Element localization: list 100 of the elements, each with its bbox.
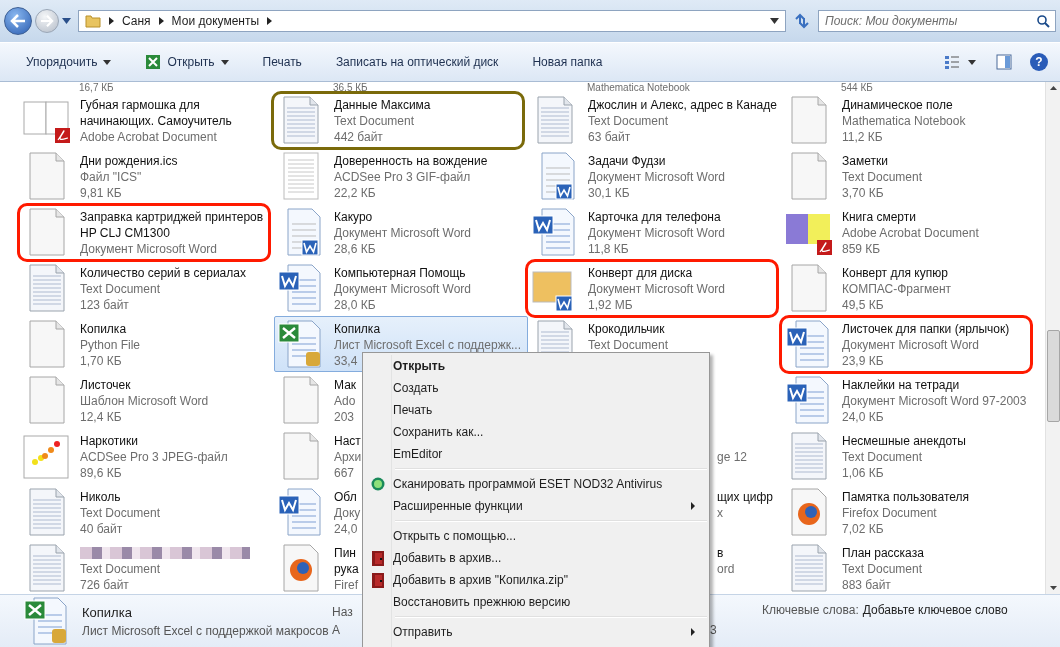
file-size: 544 КБ bbox=[841, 82, 873, 93]
file-type: Text Document bbox=[842, 449, 923, 465]
file-type: Adobe Acrobat Document bbox=[842, 225, 979, 241]
file-type: Text Document bbox=[588, 113, 669, 129]
file-size: 667 bbox=[334, 465, 355, 481]
file-type: Ado bbox=[334, 393, 356, 409]
file-type: Python File bbox=[80, 337, 141, 353]
file-type: Text Document bbox=[80, 505, 161, 521]
file-name: Губная гармошка для начинающих. Самоучитель bbox=[80, 97, 232, 129]
file-size: 12,4 КБ bbox=[80, 409, 122, 425]
file-name: Джослин и Алекс, адрес в Канаде bbox=[588, 97, 777, 113]
file-size: 123 байт bbox=[80, 297, 129, 313]
file-size: 203 bbox=[334, 409, 355, 425]
file-type: Документ Microsoft Word bbox=[334, 225, 472, 241]
property-label: Наз bbox=[332, 605, 352, 619]
keywords-label: Ключевые слова: bbox=[762, 603, 859, 617]
file-name: Копилка bbox=[334, 321, 381, 337]
file-type: Text Document bbox=[842, 169, 923, 185]
file-type: Firef bbox=[334, 577, 358, 593]
file-type: Шаблон Microsoft Word bbox=[80, 393, 209, 409]
file-size: 1,70 КБ bbox=[80, 353, 122, 369]
file-size: 9,81 КБ bbox=[80, 185, 122, 201]
file-type: Лист Microsoft Excel с поддержк... bbox=[334, 337, 521, 353]
file-size: 49,5 КБ bbox=[842, 297, 884, 313]
file-name: Наст bbox=[334, 433, 361, 449]
file-name: в bbox=[717, 545, 724, 561]
file-name: Крокодильчик bbox=[588, 321, 665, 337]
file-type: Text Document bbox=[334, 113, 415, 129]
file-type: Документ Microsoft Word bbox=[588, 281, 726, 297]
file-type: Архи bbox=[334, 449, 362, 465]
file-size: 7,02 КБ bbox=[842, 521, 884, 537]
file-type: ord bbox=[717, 561, 735, 577]
file-size: 1,06 КБ bbox=[842, 465, 884, 481]
file-name: Листочек для папки (ярлычок) bbox=[842, 321, 1010, 337]
file-name: Конверт для купюр bbox=[842, 265, 948, 281]
file-size: 23,9 КБ bbox=[842, 353, 884, 369]
file-type: Документ Microsoft Word bbox=[588, 225, 726, 241]
file-name: Наркотики bbox=[80, 433, 138, 449]
file-size: 30,1 КБ bbox=[588, 185, 630, 201]
file-size: 36,5 КБ bbox=[333, 82, 368, 93]
file-size: 859 КБ bbox=[842, 241, 881, 257]
file-size: 22,2 КБ bbox=[334, 185, 376, 201]
file-name: Количество серий в сериалах bbox=[80, 265, 246, 281]
file-size: 11,2 КБ bbox=[842, 129, 883, 145]
property-value: 3 bbox=[710, 623, 718, 637]
file-type: x bbox=[717, 505, 723, 521]
file-size: 24,0 КБ bbox=[842, 409, 884, 425]
file-type: Доку bbox=[334, 505, 361, 521]
file-type: Adobe Acrobat Document bbox=[80, 129, 217, 145]
file-name: Копилка bbox=[82, 604, 133, 620]
file-type: Файл "ICS" bbox=[80, 169, 142, 185]
file-size: Mathematica Notebook bbox=[587, 82, 690, 93]
file-name: План рассказа bbox=[842, 545, 924, 561]
file-size: 40 байт bbox=[80, 521, 123, 537]
file-size: 89,6 КБ bbox=[80, 465, 122, 481]
file-name: Копилка bbox=[80, 321, 127, 337]
file-size: 63 байт bbox=[588, 129, 631, 145]
file-name: Книга смерти bbox=[842, 209, 916, 225]
file-size: 1,92 МБ bbox=[588, 297, 633, 313]
file-size: 33,4 bbox=[334, 353, 358, 369]
file-size: 11,8 КБ bbox=[588, 241, 629, 257]
file-type: Документ Microsoft Word bbox=[80, 241, 218, 257]
file-name: Доверенность на вождение bbox=[334, 153, 488, 169]
file-name: Задачи Фудзи bbox=[588, 153, 666, 169]
file-name: Пин рука bbox=[334, 545, 359, 577]
file-name: Мак bbox=[334, 377, 357, 393]
file-size: 24,0 bbox=[334, 521, 358, 537]
file-type: Text Document bbox=[588, 337, 669, 353]
file-name: Карточка для телефона bbox=[588, 209, 721, 225]
file-type: Документ Microsoft Word bbox=[588, 169, 726, 185]
file-type: Документ Microsoft Word bbox=[842, 337, 980, 353]
file-type: Text Document bbox=[80, 561, 161, 577]
file-name: Заправка картриджей принтеров HP CLJ CM1300 bbox=[80, 209, 264, 241]
file-size: 883 байт bbox=[842, 577, 891, 593]
file-name: Наклейки на тетради bbox=[842, 377, 960, 393]
file-type: КОМПАС-Фрагмент bbox=[842, 281, 952, 297]
file-name: Конверт для диска bbox=[588, 265, 693, 281]
file-size: 442 байт bbox=[334, 129, 383, 145]
file-type: Mathematica Notebook bbox=[842, 113, 966, 129]
property-label: А bbox=[332, 623, 341, 637]
file-type: Документ Microsoft Word 97-2003 bbox=[842, 393, 1027, 409]
file-name: Заметки bbox=[842, 153, 888, 169]
file-name: Николь bbox=[80, 489, 121, 505]
file-size: 726 байт bbox=[80, 577, 129, 593]
file-type: ge 12 bbox=[717, 449, 748, 465]
file-name: Листочек bbox=[80, 377, 131, 393]
file-size: 28,0 КБ bbox=[334, 297, 376, 313]
file-type: Лист Microsoft Excel с поддержкой макросов bbox=[82, 623, 330, 638]
file-name: Памятка пользователя bbox=[842, 489, 970, 505]
file-name: Какуро bbox=[334, 209, 373, 225]
file-type: ACDSee Pro 3 JPEG-файл bbox=[80, 449, 228, 465]
file-name: щих цифр bbox=[717, 489, 774, 505]
file-name: Данные Максима bbox=[334, 97, 431, 113]
file-size: 28,6 КБ bbox=[334, 241, 376, 257]
file-type: Text Document bbox=[842, 561, 923, 577]
file-name: Динамическое поле bbox=[842, 97, 953, 113]
file-type: ACDSee Pro 3 GIF-файл bbox=[334, 169, 471, 185]
file-type: Документ Microsoft Word bbox=[334, 281, 472, 297]
file-size: 16,7 КБ bbox=[79, 82, 114, 93]
file-name: Обл bbox=[334, 489, 357, 505]
